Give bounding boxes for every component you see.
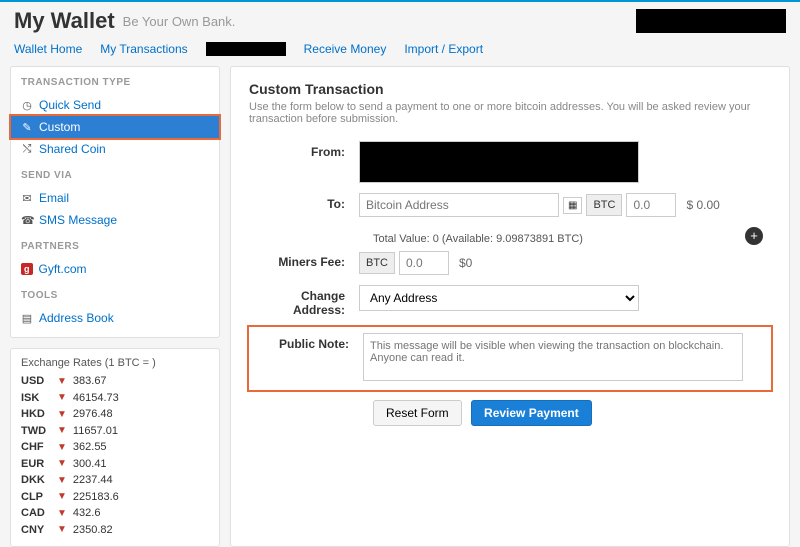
down-arrow-icon: ▼	[57, 489, 67, 504]
currency-code: DKK	[21, 472, 51, 489]
nav-wallet-home[interactable]: Wallet Home	[14, 42, 82, 56]
sidebar-item-gyft[interactable]: g Gyft.com	[11, 258, 219, 280]
amount-usd: $ 0.00	[680, 194, 725, 216]
gyft-icon: g	[21, 263, 33, 275]
down-arrow-icon: ▼	[57, 456, 67, 471]
rate-value: 362.55	[73, 439, 107, 456]
exrates-title: Exchange Rates (1 BTC = )	[21, 357, 209, 369]
clock-icon: ◷	[21, 99, 33, 112]
book-icon: ▤	[21, 312, 33, 325]
nav-import-export[interactable]: Import / Export	[404, 42, 483, 56]
rate-value: 225183.6	[73, 489, 119, 506]
sidebar-item-shared-coin[interactable]: ⤭ Shared Coin	[11, 138, 219, 160]
exrate-row: TWD ▼ 11657.01	[21, 423, 209, 440]
review-payment-button[interactable]: Review Payment	[471, 400, 592, 426]
down-arrow-icon: ▼	[57, 473, 67, 488]
nav-my-transactions[interactable]: My Transactions	[100, 42, 187, 56]
main-nav: Wallet Home My Transactions Receive Mone…	[0, 36, 800, 66]
nav-receive-money[interactable]: Receive Money	[304, 42, 387, 56]
rate-value: 46154.73	[73, 390, 119, 407]
sidebar-item-label: Quick Send	[39, 98, 101, 112]
sidebar-item-label: Shared Coin	[39, 142, 106, 156]
sidebar-item-quick-send[interactable]: ◷ Quick Send	[11, 94, 219, 116]
currency-code: USD	[21, 373, 51, 390]
exrate-row: CHF ▼ 362.55	[21, 439, 209, 456]
down-arrow-icon: ▼	[57, 423, 67, 438]
currency-code: EUR	[21, 456, 51, 473]
exrate-row: DKK ▼ 2237.44	[21, 472, 209, 489]
public-note-textarea[interactable]	[363, 333, 743, 381]
rate-value: 2350.82	[73, 522, 113, 539]
sidebar-item-label: SMS Message	[39, 213, 117, 227]
fee-usd: $0	[453, 252, 478, 274]
form-subheading: Use the form below to send a payment to …	[249, 101, 771, 125]
sidebar-title-txtype: TRANSACTION TYPE	[11, 75, 219, 94]
change-address-select[interactable]: Any Address	[359, 285, 639, 311]
redacted-header	[636, 9, 786, 33]
rate-value: 11657.01	[73, 423, 118, 440]
sidebar-item-custom[interactable]: ✎ Custom	[11, 116, 219, 138]
sidebar-title-sendvia: SEND VIA	[11, 168, 219, 187]
page-title: My Wallet	[14, 8, 115, 34]
currency-code: CAD	[21, 505, 51, 522]
rate-value: 300.41	[73, 456, 107, 473]
currency-code: CNY	[21, 522, 51, 539]
rate-value: 2976.48	[73, 406, 113, 423]
down-arrow-icon: ▼	[57, 440, 67, 455]
currency-code: CLP	[21, 489, 51, 506]
note-label: Public Note:	[253, 333, 363, 351]
rate-value: 2237.44	[73, 472, 113, 489]
down-arrow-icon: ▼	[57, 506, 67, 521]
brush-icon: ✎	[21, 121, 33, 134]
sidebar-title-tools: TOOLS	[11, 288, 219, 307]
exrate-row: ISK ▼ 46154.73	[21, 390, 209, 407]
rate-value: 383.67	[73, 373, 107, 390]
sidebar-item-address-book[interactable]: ▤ Address Book	[11, 307, 219, 329]
total-value-text: Total Value: 0 (Available: 9.09873891 BT…	[373, 233, 583, 245]
sidebar-item-sms[interactable]: ☎ SMS Message	[11, 209, 219, 231]
btc-unit-label: BTC	[359, 252, 395, 274]
sidebar-title-partners: PARTNERS	[11, 239, 219, 258]
mail-icon: ✉	[21, 192, 33, 205]
to-address-input[interactable]	[359, 193, 559, 217]
sidebar-item-email[interactable]: ✉ Email	[11, 187, 219, 209]
down-arrow-icon: ▼	[57, 390, 67, 405]
sidebar-item-label: Custom	[39, 120, 80, 134]
from-select-redacted[interactable]	[359, 141, 639, 183]
to-label: To:	[249, 193, 359, 211]
currency-code: TWD	[21, 423, 51, 440]
exrate-row: EUR ▼ 300.41	[21, 456, 209, 473]
exrate-row: HKD ▼ 2976.48	[21, 406, 209, 423]
change-label: Change Address:	[249, 285, 359, 317]
sidebar-item-label: Address Book	[39, 311, 114, 325]
currency-code: HKD	[21, 406, 51, 423]
tagline: Be Your Own Bank.	[123, 14, 236, 29]
currency-code: CHF	[21, 439, 51, 456]
amount-btc-input[interactable]	[626, 193, 676, 217]
sidebar-item-label: Gyft.com	[39, 262, 87, 276]
miners-fee-input[interactable]	[399, 251, 449, 275]
phone-icon: ☎	[21, 214, 33, 227]
exrate-row: USD ▼ 383.67	[21, 373, 209, 390]
sidebar-item-label: Email	[39, 191, 69, 205]
down-arrow-icon: ▼	[57, 407, 67, 422]
from-label: From:	[249, 141, 359, 159]
add-recipient-button[interactable]: +	[745, 227, 763, 245]
exrate-row: CNY ▼ 2350.82	[21, 522, 209, 539]
currency-code: ISK	[21, 390, 51, 407]
exrate-row: CLP ▼ 225183.6	[21, 489, 209, 506]
shuffle-icon: ⤭	[21, 143, 33, 156]
redacted-nav	[206, 42, 286, 56]
btc-unit-label: BTC	[586, 194, 622, 216]
rate-value: 432.6	[73, 505, 101, 522]
reset-form-button[interactable]: Reset Form	[373, 400, 462, 426]
down-arrow-icon: ▼	[57, 374, 67, 389]
exrate-row: CAD ▼ 432.6	[21, 505, 209, 522]
down-arrow-icon: ▼	[57, 522, 67, 537]
exchange-rates: Exchange Rates (1 BTC = ) USD ▼ 383.67 ISK ▼…	[10, 348, 220, 547]
form-heading: Custom Transaction	[249, 81, 771, 97]
qr-icon[interactable]: ▦	[563, 197, 582, 214]
fee-label: Miners Fee:	[249, 251, 359, 269]
